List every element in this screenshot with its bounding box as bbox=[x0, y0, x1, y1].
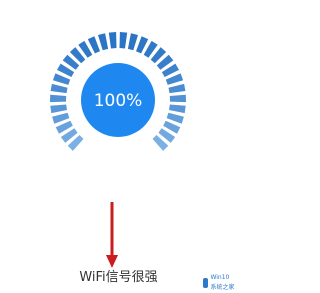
gauge-segment bbox=[166, 112, 184, 124]
gauge-segment bbox=[169, 94, 186, 103]
gauge-segment bbox=[119, 32, 128, 49]
signal-percentage: 100% bbox=[94, 91, 143, 111]
watermark-text: Win10 系统之家 bbox=[210, 274, 235, 291]
gauge-segment bbox=[50, 104, 67, 114]
wifi-strength-caption: WiFi信号很强 bbox=[79, 270, 158, 285]
arrow-head-icon bbox=[106, 255, 118, 268]
red-arrow bbox=[106, 202, 118, 268]
wifi-signal-gauge: 100% bbox=[50, 32, 186, 151]
gauge-segment bbox=[52, 112, 70, 124]
gauge-segment bbox=[98, 33, 109, 51]
watermark-logo: Win10 系统之家 bbox=[203, 274, 235, 291]
gauge-segment bbox=[108, 32, 117, 49]
gauge-segment bbox=[50, 83, 68, 94]
gauge-segment bbox=[50, 94, 67, 103]
gauge-segment bbox=[127, 33, 138, 51]
gauge-segment bbox=[169, 104, 186, 114]
gauge-segment bbox=[168, 83, 186, 94]
windows-logo-icon bbox=[203, 278, 209, 288]
